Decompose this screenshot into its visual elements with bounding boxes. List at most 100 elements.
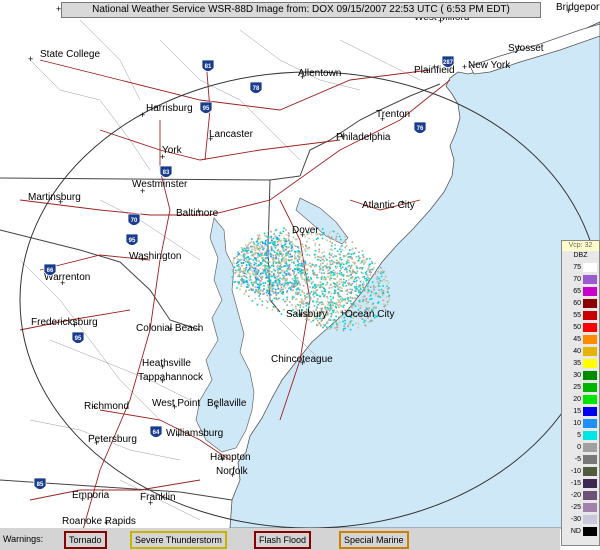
legend-swatch <box>583 287 597 296</box>
city-marker-colonial-beach: + <box>168 324 173 334</box>
interstate-label: 95 <box>129 238 136 244</box>
legend-value: 15 <box>573 408 581 415</box>
legend-row: -10 <box>563 467 598 477</box>
interstate-label: 95 <box>203 106 210 112</box>
city-marker-williamsburg: + <box>176 430 181 440</box>
interstate-label: 70 <box>131 218 138 224</box>
legend-swatch <box>583 395 597 404</box>
legend-swatch <box>583 275 597 284</box>
legend-row: 50 <box>563 323 598 333</box>
radar-map: York Haven+State College+Harrisburg+Lanc… <box>0 0 600 550</box>
interstate-shield-287: 287 <box>441 55 455 68</box>
city-marker-salisbury: + <box>298 310 303 320</box>
city-marker-fredericksburg: + <box>72 320 77 330</box>
legend-swatch <box>583 407 597 416</box>
legend-row: -20 <box>563 491 598 501</box>
legend-row: -5 <box>563 455 598 465</box>
city-marker-york: + <box>160 152 165 162</box>
legend-value: 35 <box>573 360 581 367</box>
city-label-fredericksburg: Fredericksburg <box>31 317 98 328</box>
city-label-richmond: Richmond <box>84 401 129 412</box>
city-marker-heathsville: + <box>160 362 165 372</box>
city-marker-baltimore: + <box>196 206 201 216</box>
legend-row: 25 <box>563 383 598 393</box>
city-label-atlantic-city: Atlantic City <box>362 200 415 211</box>
legend-swatch <box>583 431 597 440</box>
city-marker-plainfield: + <box>432 62 437 72</box>
city-marker-emporia: + <box>80 494 85 504</box>
legend-value: 20 <box>573 396 581 403</box>
city-marker-dover: + <box>300 230 305 240</box>
legend-value: 10 <box>573 420 581 427</box>
legend-row: 5 <box>563 431 598 441</box>
interstate-shield-66: 66 <box>43 263 57 276</box>
interstate-label: 83 <box>163 170 170 176</box>
interstate-label: 64 <box>153 430 160 436</box>
legend-value: 5 <box>577 432 581 439</box>
legend-row: -15 <box>563 479 598 489</box>
legend-swatch <box>583 479 597 488</box>
legend-swatch <box>583 491 597 500</box>
legend-value: 25 <box>573 384 581 391</box>
interstate-shield-95: 95 <box>125 233 139 246</box>
legend-swatch <box>583 359 597 368</box>
legend-swatch <box>583 527 597 536</box>
city-label-bellaville: Bellaville <box>207 398 247 409</box>
warnings-label: Warnings: <box>3 534 44 544</box>
legend-row: 55 <box>563 311 598 321</box>
warning-button-tornado[interactable]: Tornado <box>64 531 107 549</box>
legend-value: 0 <box>577 444 581 451</box>
interstate-shield-78: 78 <box>249 81 263 94</box>
warning-button-flash-flood[interactable]: Flash Flood <box>254 531 312 549</box>
legend-swatch <box>583 503 597 512</box>
city-marker-trenton: + <box>380 114 385 124</box>
city-marker-lancaster: + <box>208 134 213 144</box>
interstate-label: 66 <box>47 268 54 274</box>
legend-swatch <box>583 335 597 344</box>
legend-value: -5 <box>574 456 581 463</box>
city-marker-syosset: + <box>516 42 521 52</box>
city-marker-chincoteague: + <box>300 358 305 368</box>
legend-row: -25 <box>563 503 598 513</box>
city-marker-new-york: + <box>462 62 467 72</box>
city-marker-tappahannock: + <box>160 376 165 386</box>
city-marker-richmond: + <box>92 402 97 412</box>
legend-value: -25 <box>570 504 581 511</box>
legend-swatch <box>583 371 597 380</box>
legend-vcp: Vcp: 32 <box>562 241 599 251</box>
city-label-harrisburg: Harrisburg <box>146 103 193 114</box>
legend-row: 10 <box>563 419 598 429</box>
city-label-bridgeport: Bridgeport <box>556 2 600 13</box>
city-marker-petersburg: + <box>94 438 99 448</box>
city-marker-state-college: + <box>28 54 33 64</box>
legend-value: -15 <box>570 480 581 487</box>
city-label-emporia: Emporia <box>72 490 110 501</box>
legend-swatch <box>583 311 597 320</box>
warning-button-special-marine[interactable]: Special Marine <box>339 531 409 549</box>
legend-row: 75 <box>563 263 598 273</box>
city-label-washington: Washington <box>129 251 181 262</box>
legend-value: 70 <box>573 276 581 283</box>
legend-value: 40 <box>573 348 581 355</box>
city-label-syosset: Syosset <box>508 43 544 54</box>
legend-row: 0 <box>563 443 598 453</box>
warning-button-severe-thunderstorm[interactable]: Severe Thunderstorm <box>130 531 227 549</box>
city-label-tappahannock: Tappahannock <box>138 372 204 383</box>
legend-swatch <box>583 299 597 308</box>
city-marker-westminster: + <box>140 186 145 196</box>
interstate-shield-70: 70 <box>127 213 141 226</box>
interstate-shield-95: 95 <box>71 331 85 344</box>
city-label-martinsburg: Martinsburg <box>28 192 81 203</box>
legend-swatch <box>583 263 597 272</box>
legend-value: 65 <box>573 288 581 295</box>
legend-row: 60 <box>563 299 598 309</box>
legend-swatch <box>583 347 597 356</box>
city-label-ocean-city: Ocean City <box>345 309 394 320</box>
city-marker-washington: + <box>140 254 145 264</box>
legend-value: -10 <box>570 468 581 475</box>
warnings-bar: Warnings: Tornado Severe Thunderstorm Flas… <box>0 528 560 550</box>
city-marker-martinsburg: + <box>58 197 63 207</box>
interstate-label: 287 <box>443 60 454 66</box>
legend-row: 65 <box>563 287 598 297</box>
interstate-label: 85 <box>37 482 44 488</box>
